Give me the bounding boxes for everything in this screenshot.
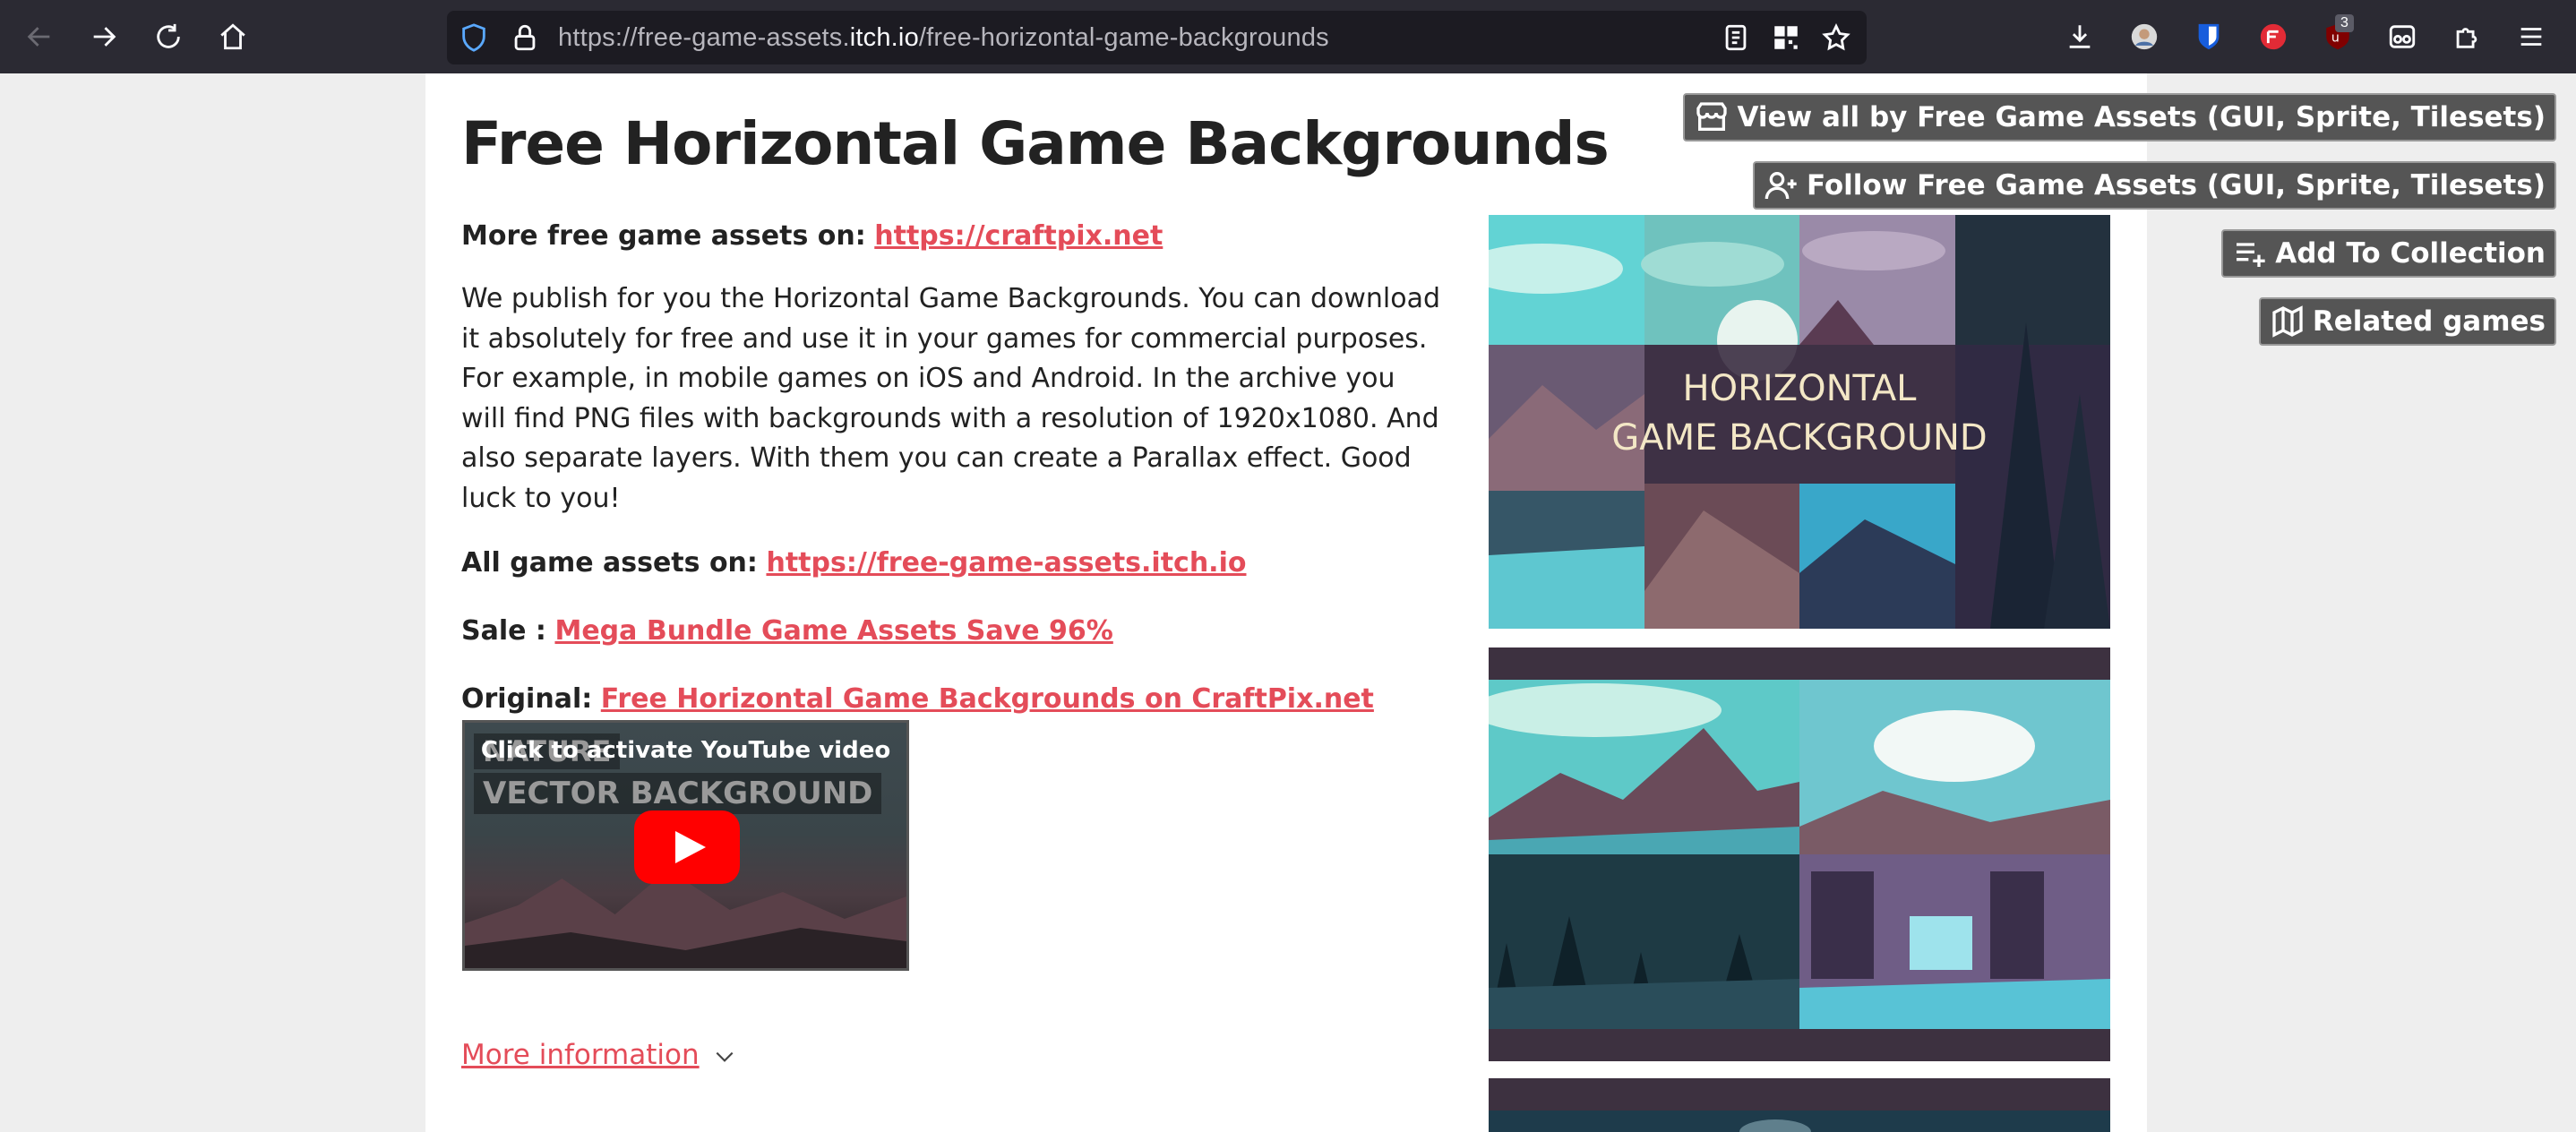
tracking-protection-shield-icon[interactable] <box>459 22 489 53</box>
extensions-puzzle-icon[interactable] <box>2445 15 2488 58</box>
add-to-collection-button[interactable]: Add To Collection <box>2221 229 2556 278</box>
related-games-button[interactable]: Related games <box>2258 297 2556 346</box>
extension-badge: 3 <box>2335 14 2354 32</box>
original-craftpix-link[interactable]: Free Horizontal Game Backgrounds on Craf… <box>601 683 1374 715</box>
lock-icon[interactable] <box>510 22 540 53</box>
menu-hamburger-icon[interactable] <box>2510 15 2553 58</box>
more-information[interactable]: More information <box>461 1039 736 1071</box>
cover-text-line2: GAME BACKGROUND <box>1611 417 1987 459</box>
original-line: Original: Free Horizontal Game Backgroun… <box>461 683 1374 715</box>
craftpix-link[interactable]: https://craftpix.net <box>874 220 1163 252</box>
more-information-link[interactable]: More information <box>461 1039 700 1071</box>
youtube-play-button[interactable] <box>634 810 740 884</box>
map-icon <box>2272 305 2303 338</box>
all-assets-line: All game assets on: https://free-game-as… <box>461 547 1247 579</box>
url-text[interactable]: https://free-game-assets.itch.io/free-ho… <box>558 23 1329 53</box>
reload-icon[interactable] <box>147 15 190 58</box>
bitwarden-icon[interactable] <box>2187 15 2230 58</box>
description: More free game assets on: https://craftp… <box>461 217 1447 719</box>
itch-store-icon <box>1696 102 1728 131</box>
page-title: Free Horizontal Game Backgrounds <box>461 109 1610 178</box>
chevron-down-icon <box>717 1051 734 1062</box>
svg-text:u: u <box>2331 31 2340 46</box>
extension-red-icon[interactable] <box>2252 15 2295 58</box>
home-icon[interactable] <box>211 15 254 58</box>
forward-icon[interactable] <box>82 15 125 58</box>
address-bar[interactable]: https://free-game-assets.itch.io/free-ho… <box>447 11 1867 64</box>
description-paragraph: We publish for you the Horizontal Game B… <box>461 283 1441 514</box>
reader-view-icon[interactable] <box>1721 22 1751 53</box>
follow-button[interactable]: Follow Free Game Assets (GUI, Sprite, Ti… <box>1752 161 2556 210</box>
more-assets-line: More free game assets on: https://craftp… <box>461 220 1163 252</box>
back-icon[interactable] <box>18 15 61 58</box>
screenshot-third[interactable] <box>1489 1078 2110 1132</box>
bookmark-star-icon[interactable] <box>1821 22 1851 53</box>
game-page: Free Horizontal Game Backgrounds More fr… <box>425 73 2147 1132</box>
downloads-icon[interactable] <box>2058 15 2101 58</box>
video-overlay-line2: VECTOR BACKGROUND <box>474 773 882 814</box>
screenshot-cover[interactable]: HORIZONTAL GAME BACKGROUND <box>1489 215 2110 629</box>
cover-text-line1: HORIZONTAL <box>1683 368 1918 409</box>
itch-assets-link[interactable]: https://free-game-assets.itch.io <box>766 547 1246 579</box>
playlist-add-icon <box>2237 243 2265 267</box>
user-plus-icon <box>1765 172 1797 200</box>
private-browsing-glasses-icon[interactable] <box>2381 15 2424 58</box>
qr-code-icon[interactable] <box>1771 22 1801 53</box>
mega-bundle-link[interactable]: Mega Bundle Game Assets Save 96% <box>554 615 1112 647</box>
sale-line: Sale : Mega Bundle Game Assets Save 96% <box>461 615 1113 647</box>
browser-toolbar: https://free-game-assets.itch.io/free-ho… <box>0 0 2576 73</box>
youtube-embed[interactable]: NATURE VECTOR BACKGROUND Click to activa… <box>462 720 909 971</box>
youtube-caption: Click to activate YouTube video <box>480 737 891 764</box>
account-avatar-icon[interactable] <box>2123 15 2166 58</box>
screenshot-grid[interactable] <box>1489 647 2110 1061</box>
view-all-button[interactable]: View all by Free Game Assets (GUI, Sprit… <box>1683 93 2556 142</box>
